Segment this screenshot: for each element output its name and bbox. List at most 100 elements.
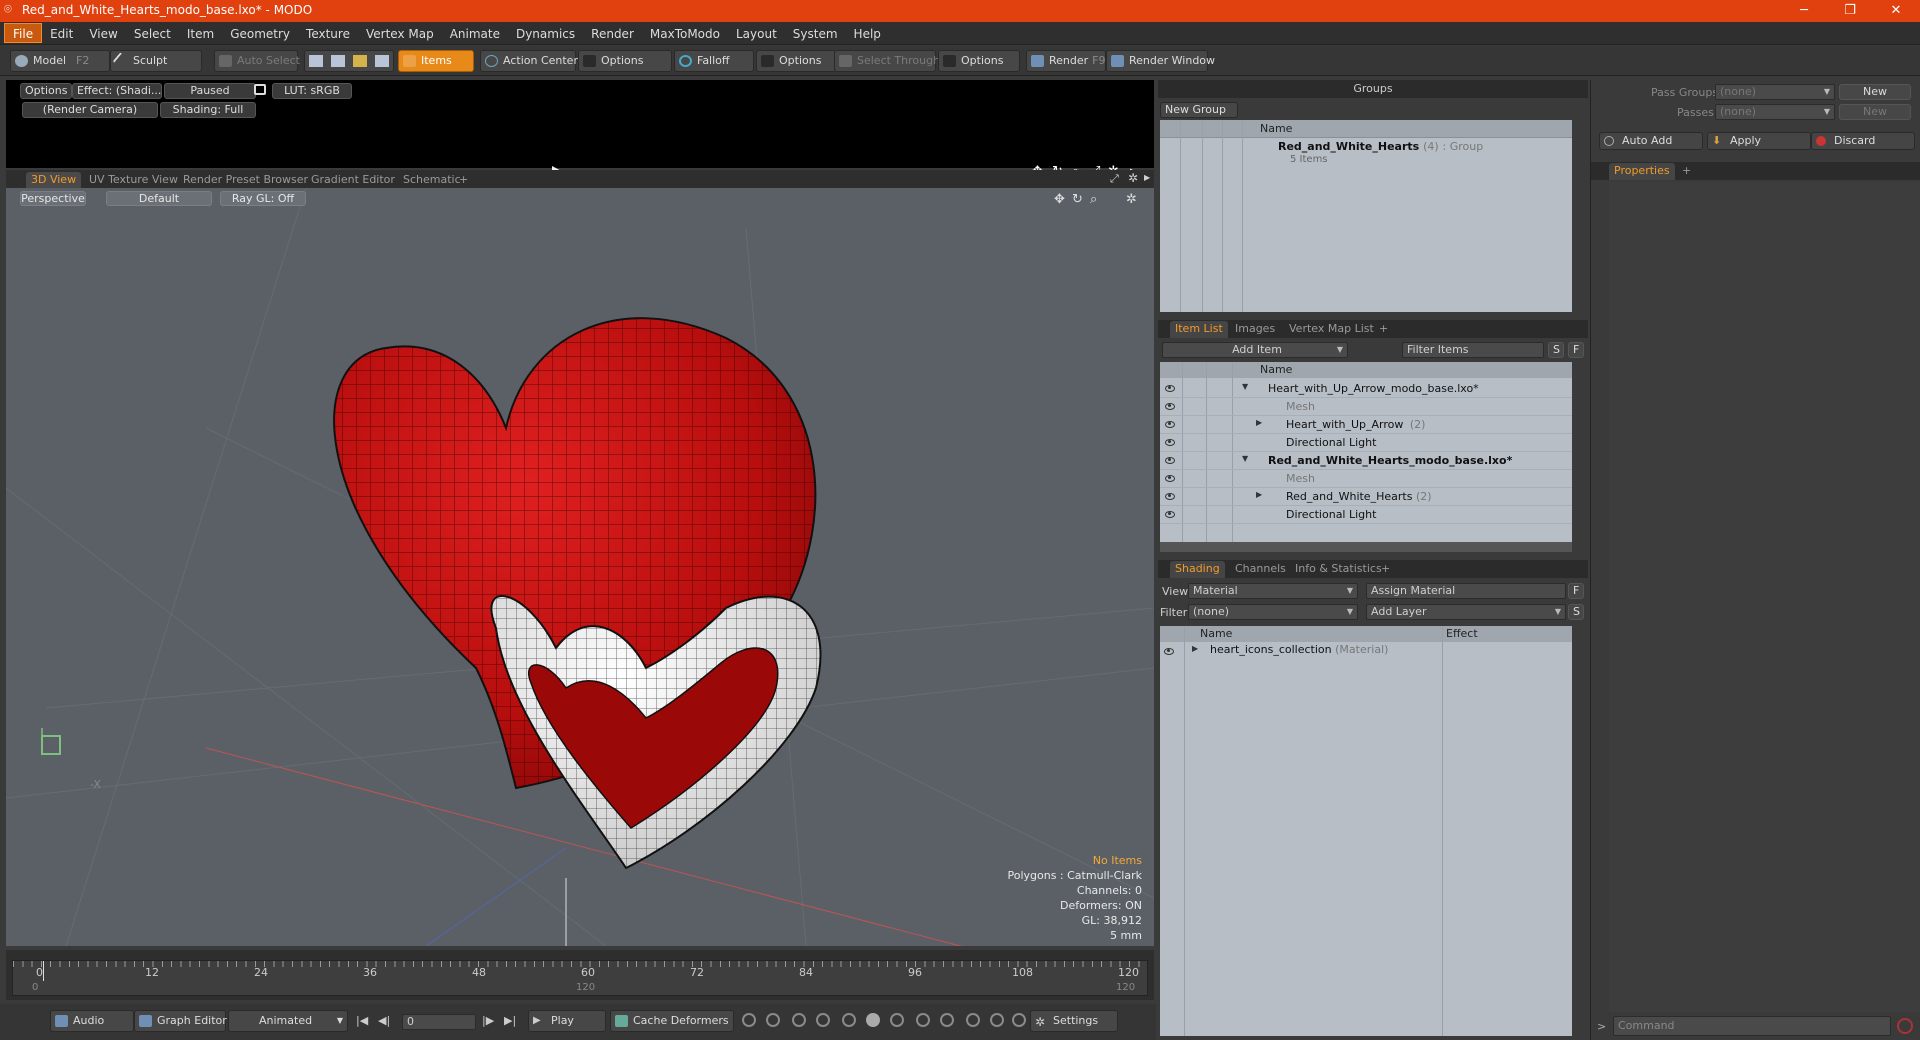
filter-dropdown[interactable]: (none): [1188, 604, 1358, 620]
tab-uv-texture-view[interactable]: UV Texture View: [84, 172, 183, 188]
graph-editor-button[interactable]: Graph Editor: [134, 1010, 227, 1032]
visibility-eye-icon[interactable]: [1165, 403, 1175, 410]
tab-shading[interactable]: Shading: [1170, 561, 1225, 578]
falloff-button[interactable]: Falloff: [674, 50, 754, 72]
menu-dynamics[interactable]: Dynamics: [508, 24, 583, 44]
auto-add-button[interactable]: Auto Add: [1599, 132, 1703, 150]
new-pass-button[interactable]: New: [1839, 104, 1911, 120]
cache-deformers-button[interactable]: Cache Deformers: [610, 1010, 734, 1032]
tree-row[interactable]: ▼ Red_and_White_Hearts_modo_base.lxo*: [1160, 452, 1572, 470]
menu-view[interactable]: View: [81, 24, 125, 44]
menu-file[interactable]: File: [4, 23, 43, 43]
playhead[interactable]: [43, 961, 44, 981]
menu-select[interactable]: Select: [126, 24, 179, 44]
auto-key-icon[interactable]: [890, 1013, 904, 1027]
options-button-2[interactable]: Options: [756, 50, 836, 72]
tree-row[interactable]: Mesh: [1160, 470, 1572, 488]
visibility-eye-icon[interactable]: [1165, 439, 1175, 446]
f-button[interactable]: F: [1568, 583, 1584, 599]
menu-help[interactable]: Help: [846, 24, 889, 44]
camera-dropdown[interactable]: (Render Camera): [22, 102, 158, 118]
animated-dropdown[interactable]: Animated ▼: [228, 1010, 348, 1032]
step-forward-icon[interactable]: |▶: [482, 1014, 494, 1027]
record-icon[interactable]: [866, 1013, 880, 1027]
tree-row[interactable]: ▶ Red_and_White_Hearts (2): [1160, 488, 1572, 506]
new-pass-group-button[interactable]: New: [1839, 84, 1911, 100]
new-group-button[interactable]: New Group: [1160, 102, 1238, 118]
vertices-icon[interactable]: [309, 55, 323, 67]
next-key-icon[interactable]: [816, 1013, 830, 1027]
tab-properties[interactable]: Properties: [1609, 163, 1675, 180]
command-input[interactable]: Command: [1613, 1016, 1891, 1036]
tab-gradient-editor[interactable]: Gradient Editor: [306, 172, 400, 188]
arrow-right-icon[interactable]: ▶: [1144, 173, 1150, 182]
menu-item[interactable]: Item: [179, 24, 222, 44]
tab-vertex-map-list[interactable]: Vertex Map List: [1284, 321, 1379, 338]
pan-icon[interactable]: ✥: [1054, 192, 1065, 207]
paused-button[interactable]: Paused: [164, 83, 256, 99]
passes-dropdown[interactable]: (none): [1715, 104, 1835, 120]
groups-list[interactable]: Name Red_and_White_Hearts (4) : Group 5 …: [1160, 120, 1572, 312]
minimize-icon[interactable]: ─: [1781, 0, 1827, 22]
play-button[interactable]: ▶ Play: [528, 1010, 606, 1032]
action-center-button[interactable]: Action Center: [480, 50, 578, 72]
expand-arrow-icon[interactable]: ▶: [1256, 418, 1262, 427]
key-filter-icon[interactable]: [966, 1013, 980, 1027]
assign-material-button[interactable]: Assign Material: [1366, 583, 1566, 599]
close-icon[interactable]: ✕: [1873, 0, 1919, 22]
materials-icon[interactable]: [375, 55, 389, 67]
set-key-icon[interactable]: [842, 1013, 856, 1027]
3d-viewport[interactable]: Perspective Default Ray GL: Off -X ✥ ↻ ⌕…: [6, 188, 1154, 946]
apply-button[interactable]: ⬇ Apply: [1707, 132, 1811, 150]
select-through-button[interactable]: Select Through: [834, 50, 940, 72]
expand-arrow-icon[interactable]: ▼: [1242, 454, 1248, 463]
tree-row[interactable]: Mesh: [1160, 398, 1572, 416]
menu-vertex-map[interactable]: Vertex Map: [358, 24, 442, 44]
tree-row[interactable]: Directional Light: [1160, 434, 1572, 452]
gear-icon[interactable]: ✲: [1128, 171, 1138, 185]
polygons-icon[interactable]: [353, 55, 367, 67]
frame-field[interactable]: 0: [402, 1014, 476, 1030]
group-row[interactable]: Red_and_White_Hearts (4) : Group: [1278, 140, 1483, 153]
key-icon[interactable]: [742, 1013, 756, 1027]
add-item-dropdown[interactable]: Add Item: [1162, 342, 1348, 358]
audio-button[interactable]: Audio: [50, 1010, 134, 1032]
render-button[interactable]: Render F9: [1026, 50, 1106, 72]
orbit-icon[interactable]: ↻: [1072, 192, 1083, 207]
add-tab-button[interactable]: +: [454, 172, 473, 188]
expand-arrow-icon[interactable]: ▶: [1256, 490, 1262, 499]
raygl-dropdown[interactable]: Ray GL: Off: [220, 191, 306, 206]
visibility-eye-icon[interactable]: [1165, 421, 1175, 428]
tab-images[interactable]: Images: [1230, 321, 1280, 338]
go-start-icon[interactable]: |◀: [356, 1014, 368, 1027]
shader-tree[interactable]: Name Effect ▶ heart_icons_collection (Ma…: [1160, 626, 1572, 1036]
menu-animate[interactable]: Animate: [442, 24, 508, 44]
view-dropdown[interactable]: Material: [1188, 583, 1358, 599]
lut-dropdown[interactable]: LUT: sRGB: [272, 83, 352, 99]
horizontal-scrollbar[interactable]: [1160, 542, 1572, 552]
menu-geometry[interactable]: Geometry: [222, 24, 298, 44]
record-macro-icon[interactable]: [1897, 1018, 1913, 1034]
restore-icon[interactable]: ❐: [1827, 0, 1873, 22]
render-window-button[interactable]: Render Window: [1106, 50, 1215, 72]
menu-texture[interactable]: Texture: [298, 24, 358, 44]
cycle-icon[interactable]: [1012, 1013, 1026, 1027]
settings-button[interactable]: ✲ Settings: [1030, 1010, 1118, 1032]
tab-3d-view[interactable]: 3D View: [26, 172, 82, 188]
menu-edit[interactable]: Edit: [42, 24, 81, 44]
visibility-eye-icon[interactable]: [1165, 475, 1175, 482]
add-layer-dropdown[interactable]: Add Layer: [1366, 604, 1566, 620]
sculpt-button[interactable]: Sculpt: [110, 50, 202, 72]
menu-render[interactable]: Render: [583, 24, 642, 44]
menu-system[interactable]: System: [785, 24, 846, 44]
material-row[interactable]: heart_icons_collection (Material): [1210, 643, 1388, 656]
go-end-icon[interactable]: ▶|: [504, 1014, 516, 1027]
zoom-icon[interactable]: ⌕: [1090, 192, 1097, 207]
tab-item-list[interactable]: Item List: [1170, 321, 1228, 338]
visibility-eye-icon[interactable]: [1165, 511, 1175, 518]
edges-icon[interactable]: [331, 55, 345, 67]
options-button-3[interactable]: Options: [938, 50, 1020, 72]
prev-range-icon[interactable]: [916, 1013, 930, 1027]
next-range-icon[interactable]: [940, 1013, 954, 1027]
gear-icon[interactable]: ✲: [1126, 192, 1137, 207]
